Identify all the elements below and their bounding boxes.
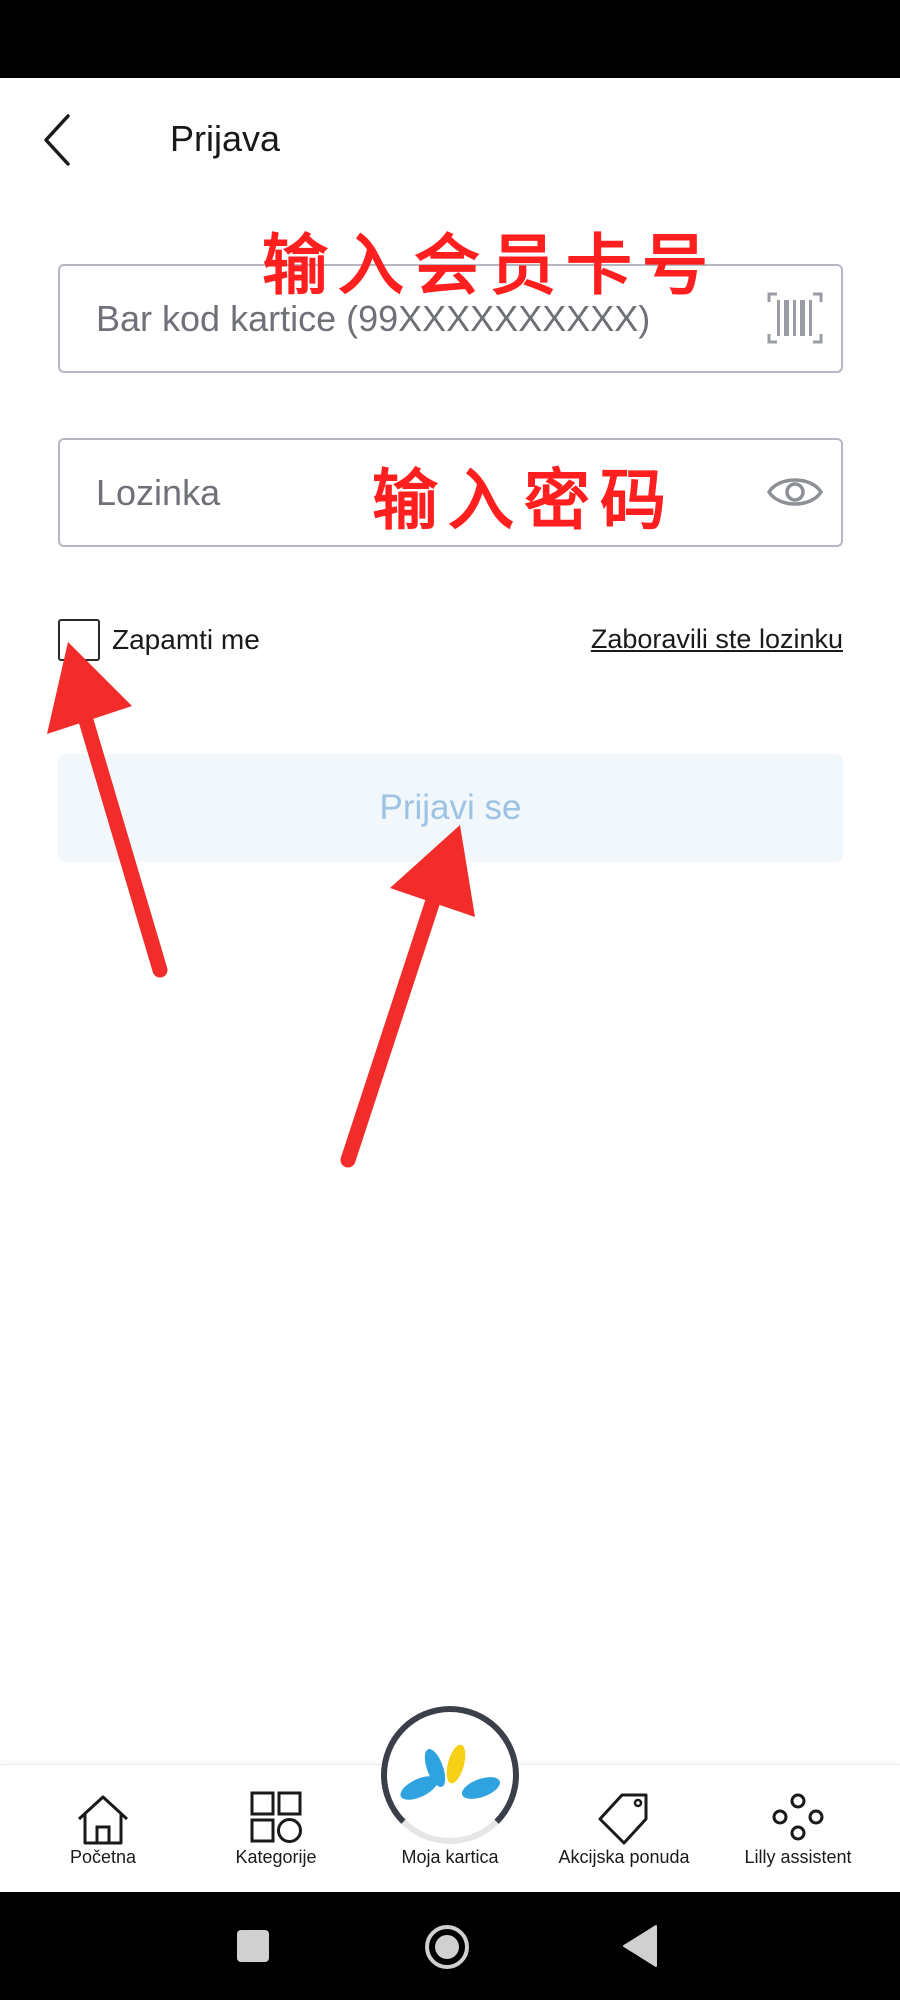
barcode-icon[interactable] [765, 290, 825, 346]
forgot-password-link[interactable]: Zaboravili ste lozinku [591, 624, 843, 655]
page-title: Prijava [170, 118, 281, 159]
barcode-annotation: 输入会员卡号 [262, 226, 718, 304]
nav-categories[interactable]: Kategorije [188, 1765, 364, 1893]
grid-icon [250, 1791, 302, 1843]
back-button[interactable] [38, 108, 88, 172]
triangle-back-icon [623, 1925, 657, 1967]
remember-checkbox[interactable] [58, 619, 100, 661]
nav-categories-label: Kategorije [235, 1847, 317, 1867]
arrow-to-login [340, 825, 475, 1168]
remember-me[interactable]: Zapamti me [58, 618, 260, 662]
dots-icon [772, 1793, 824, 1841]
remember-label: Zapamti me [112, 624, 260, 655]
password-annotation: 输入密码 [372, 461, 676, 539]
chevron-left-icon [44, 114, 70, 166]
tag-icon [598, 1793, 648, 1845]
status-bar [0, 0, 900, 78]
login-button[interactable]: Prijavi se [58, 754, 843, 862]
square-icon [237, 1930, 269, 1962]
nav-offers[interactable]: Akcijska ponuda [536, 1765, 712, 1893]
nav-home-label: Početna [69, 1847, 137, 1867]
home-icon [77, 1795, 129, 1845]
nav-offers-label: Akcijska ponuda [558, 1847, 690, 1867]
nav-card-label: Moja kartica [401, 1847, 499, 1867]
home-system-button[interactable] [424, 1924, 470, 1975]
eye-icon[interactable] [765, 464, 825, 520]
my-card-button[interactable] [381, 1706, 519, 1844]
circle-icon [425, 1925, 469, 1969]
header: Prijava [0, 78, 900, 203]
nav-home[interactable]: Početna [15, 1765, 191, 1893]
nav-assistant-label: Lilly assistent [744, 1847, 852, 1867]
brand-logo-icon [400, 1744, 501, 1800]
recents-button[interactable] [236, 1929, 270, 1968]
back-system-button[interactable] [622, 1924, 658, 1973]
nav-assistant[interactable]: Lilly assistent [710, 1765, 886, 1893]
android-navigation-bar [0, 1892, 900, 2000]
